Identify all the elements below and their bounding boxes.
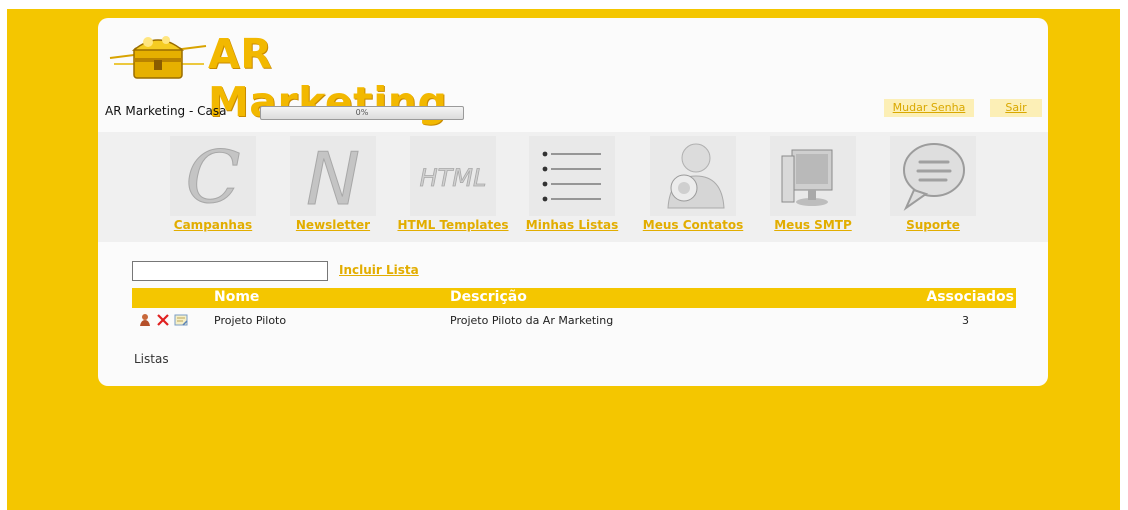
- nav-label-meus-contatos: Meus Contatos: [642, 218, 744, 232]
- site-name: AR Marketing - Casa: [105, 104, 227, 118]
- footer-text: Listas: [134, 352, 169, 366]
- treasure-chest-icon: [109, 36, 207, 79]
- list-icon: [529, 136, 615, 216]
- list-associated-count: 3: [962, 314, 969, 327]
- nav-label-minhas-listas: Minhas Listas: [525, 218, 619, 232]
- html-icon: HTML: [410, 136, 496, 216]
- nav-label-html-templates: HTML Templates: [397, 218, 509, 232]
- nav-item-html-templates[interactable]: HTML HTML Templates: [393, 136, 513, 232]
- nav-item-meus-smtp[interactable]: Meus SMTP: [753, 136, 873, 232]
- table-row: Projeto Piloto Projeto Piloto da Ar Mark…: [132, 312, 1016, 330]
- edit-note-icon[interactable]: [174, 313, 188, 327]
- delete-icon[interactable]: [156, 313, 170, 327]
- main-panel: AR Marketing AR Marketing - Casa 0% Muda…: [98, 18, 1048, 386]
- column-header-associated: Associados: [926, 289, 1014, 305]
- user-icon[interactable]: [138, 313, 152, 327]
- logout-button[interactable]: Sair: [990, 99, 1042, 117]
- nav-label-campanhas: Campanhas: [173, 218, 253, 232]
- change-password-button[interactable]: Mudar Senha: [884, 99, 974, 117]
- nav-label-suporte: Suporte: [906, 218, 960, 232]
- nav-item-minhas-listas[interactable]: Minhas Listas: [512, 136, 632, 232]
- letter-n-icon: N: [290, 136, 376, 222]
- nav-item-suporte[interactable]: Suporte: [873, 136, 993, 232]
- column-header-name: Nome: [214, 289, 260, 305]
- table-header: Nome Descrição Associados: [132, 288, 1016, 308]
- contacts-icon: [650, 136, 736, 216]
- nav-item-campanhas[interactable]: C Campanhas: [153, 135, 273, 232]
- svg-text:HTML: HTML: [420, 164, 487, 192]
- nav-item-meus-contatos[interactable]: Meus Contatos: [633, 136, 753, 232]
- usage-progress-bar: 0%: [260, 106, 464, 120]
- list-name: Projeto Piloto: [214, 314, 287, 327]
- nav-label-meus-smtp: Meus SMTP: [774, 218, 852, 232]
- nav-label-newsletter: Newsletter: [295, 218, 371, 232]
- add-list-link[interactable]: Incluir Lista: [339, 263, 419, 277]
- logo[interactable]: AR Marketing: [108, 24, 448, 126]
- svg-text:C: C: [185, 136, 240, 216]
- speech-bubble-icon: [890, 136, 976, 216]
- letter-c-icon: C: [170, 135, 256, 220]
- svg-text:N: N: [306, 137, 360, 216]
- progress-label: 0%: [355, 108, 369, 117]
- column-header-description: Descrição: [450, 289, 527, 305]
- nav-item-newsletter[interactable]: N Newsletter: [273, 136, 393, 232]
- main-navigation: C Campanhas N Newsletter HTML HTML Templ…: [98, 132, 1048, 242]
- list-name-input[interactable]: [132, 261, 328, 281]
- list-description: Projeto Piloto da Ar Marketing: [450, 314, 614, 327]
- computer-icon: [770, 136, 856, 216]
